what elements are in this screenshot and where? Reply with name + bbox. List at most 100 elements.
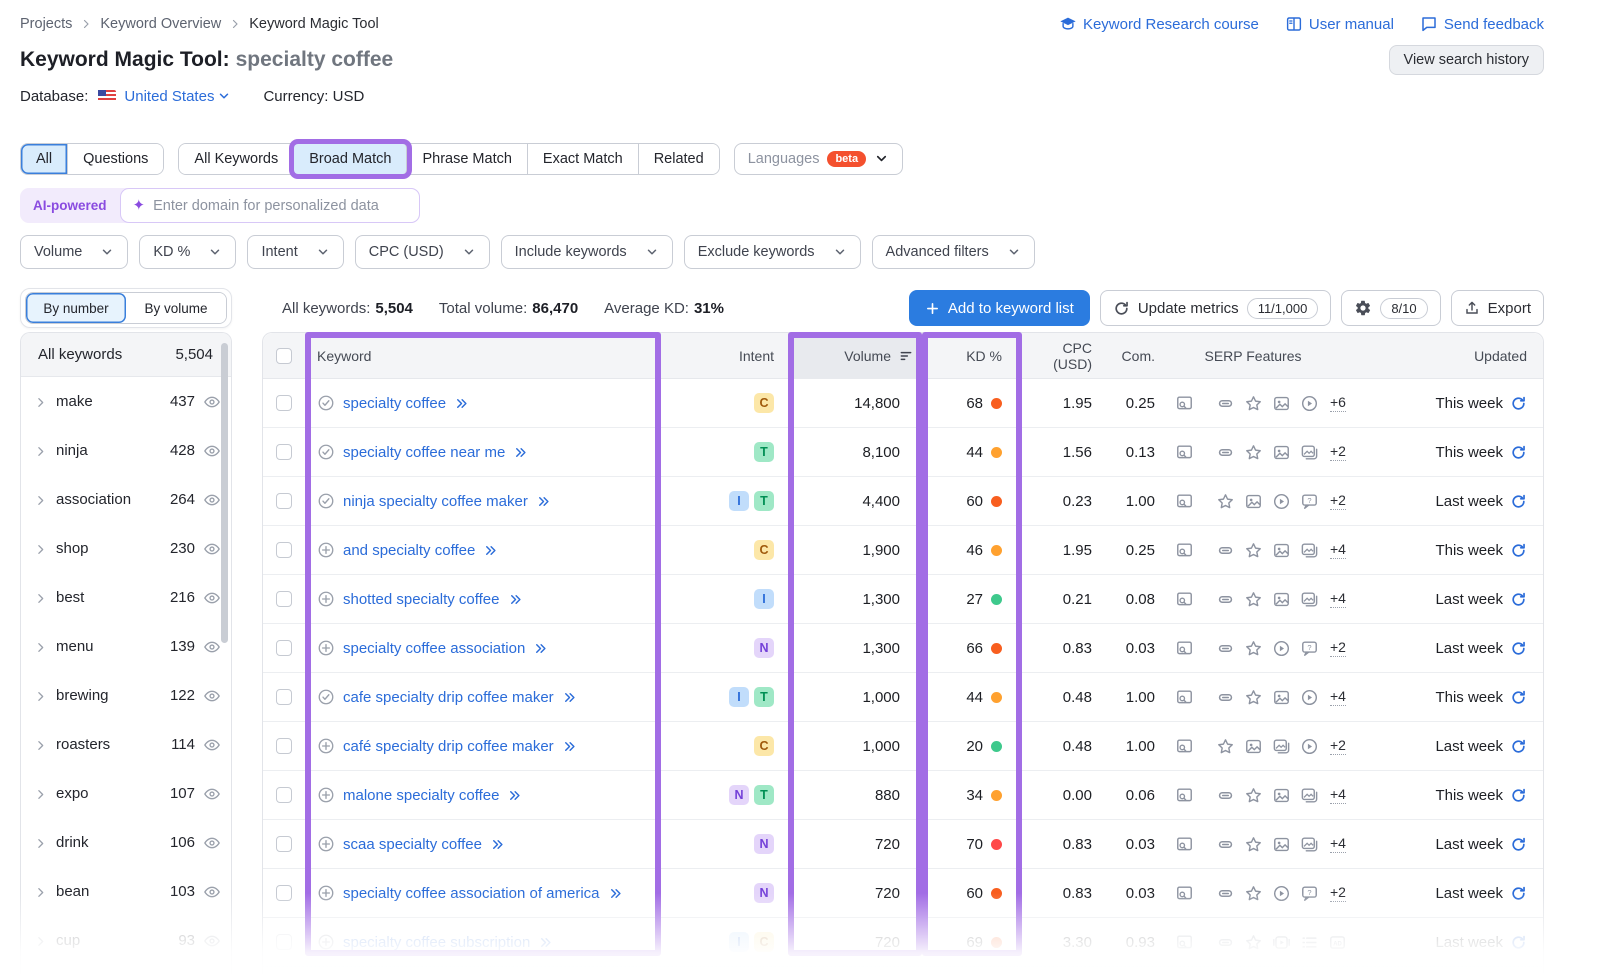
eye-icon[interactable] (203, 392, 221, 410)
serp-more-link[interactable]: +2 (1330, 737, 1346, 755)
row-checkbox[interactable] (276, 787, 292, 803)
serp-snapshot-icon[interactable] (1175, 394, 1194, 413)
serp-more-link[interactable]: +2 (1330, 884, 1346, 902)
select-all-checkbox[interactable] (276, 348, 292, 364)
filter-cpc-usd-[interactable]: CPC (USD) (355, 235, 490, 269)
open-keyword-chevrons-icon[interactable] (608, 885, 623, 902)
serp-snapshot-icon[interactable] (1175, 737, 1194, 756)
add-plus-circle-icon[interactable] (317, 639, 335, 657)
refresh-icon[interactable] (1510, 590, 1527, 608)
add-plus-circle-icon[interactable] (317, 541, 335, 559)
chevron-right-icon[interactable] (34, 687, 47, 704)
sidebar-group-drink[interactable]: drink106 (21, 818, 231, 867)
serp-snapshot-icon[interactable] (1175, 590, 1194, 609)
sidebar-group-bean[interactable]: bean103 (21, 867, 231, 916)
eye-icon[interactable] (203, 735, 221, 753)
serp-more-link[interactable]: +2 (1330, 492, 1346, 510)
serp-more-link[interactable]: +2 (1330, 639, 1346, 657)
breadcrumb-item[interactable]: Keyword Overview (100, 16, 221, 32)
open-keyword-chevrons-icon[interactable] (533, 640, 548, 657)
tab-all[interactable]: All (21, 144, 68, 174)
column-header-serp-features[interactable]: SERP Features (1161, 348, 1345, 364)
sidebar-group-cup[interactable]: cup93 (21, 916, 231, 965)
settings-button[interactable]: 8/10 (1341, 290, 1440, 326)
row-checkbox[interactable] (276, 444, 292, 460)
sidebar-group-best[interactable]: best216 (21, 573, 231, 622)
chevron-right-icon[interactable] (34, 393, 47, 410)
add-plus-circle-icon[interactable] (317, 884, 335, 902)
column-header-keyword[interactable]: Keyword (305, 348, 661, 364)
refresh-icon[interactable] (1510, 786, 1527, 804)
column-header-intent[interactable]: Intent (661, 348, 788, 364)
keyword-link[interactable]: specialty coffee (343, 395, 446, 412)
top-link-keyword-research-course[interactable]: Keyword Research course (1059, 15, 1259, 33)
add-plus-circle-icon[interactable] (317, 933, 335, 951)
by-volume-toggle[interactable]: By volume (126, 293, 226, 323)
added-check-circle-icon[interactable] (317, 394, 335, 412)
row-checkbox[interactable] (276, 493, 292, 509)
row-checkbox[interactable] (276, 836, 292, 852)
refresh-icon[interactable] (1510, 688, 1527, 706)
update-metrics-button[interactable]: Update metrics 11/1,000 (1100, 290, 1332, 326)
eye-icon[interactable] (203, 686, 221, 704)
serp-more-link[interactable]: +4 (1330, 786, 1346, 804)
added-check-circle-icon[interactable] (317, 688, 335, 706)
open-keyword-chevrons-icon[interactable] (562, 738, 577, 755)
open-keyword-chevrons-icon[interactable] (513, 444, 528, 461)
keyword-link[interactable]: ninja specialty coffee maker (343, 493, 528, 510)
tab-broad-match[interactable]: Broad Match (294, 144, 407, 174)
open-keyword-chevrons-icon[interactable] (536, 493, 551, 510)
serp-more-link[interactable]: +4 (1330, 688, 1346, 706)
sidebar-group-make[interactable]: make437 (21, 377, 231, 426)
serp-snapshot-icon[interactable] (1175, 688, 1194, 707)
sidebar-header[interactable]: All keywords 5,504 (21, 333, 231, 377)
keyword-link[interactable]: shotted specialty coffee (343, 591, 500, 608)
top-link-user-manual[interactable]: User manual (1285, 15, 1394, 33)
serp-snapshot-icon[interactable] (1175, 639, 1194, 658)
domain-input[interactable] (153, 198, 406, 214)
column-header-com-[interactable]: Com. (1106, 348, 1161, 364)
by-number-toggle[interactable]: By number (26, 293, 126, 323)
refresh-icon[interactable] (1510, 737, 1527, 755)
chevron-right-icon[interactable] (34, 589, 47, 606)
row-checkbox[interactable] (276, 640, 292, 656)
breadcrumb-item[interactable]: Projects (20, 16, 72, 32)
open-keyword-chevrons-icon[interactable] (562, 689, 577, 706)
eye-icon[interactable] (203, 833, 221, 851)
sidebar-group-association[interactable]: association264 (21, 475, 231, 524)
keyword-link[interactable]: specialty coffee subscription (343, 934, 530, 951)
row-checkbox[interactable] (276, 689, 292, 705)
filter-volume[interactable]: Volume (20, 235, 128, 269)
eye-icon[interactable] (203, 588, 221, 606)
open-keyword-chevrons-icon[interactable] (490, 836, 505, 853)
serp-more-link[interactable]: +4 (1330, 590, 1346, 608)
tab-questions[interactable]: Questions (68, 144, 163, 174)
add-plus-circle-icon[interactable] (317, 737, 335, 755)
filter-include-keywords[interactable]: Include keywords (501, 235, 673, 269)
keyword-link[interactable]: and specialty coffee (343, 542, 475, 559)
filter-advanced-filters[interactable]: Advanced filters (872, 235, 1035, 269)
add-plus-circle-icon[interactable] (317, 835, 335, 853)
refresh-icon[interactable] (1510, 835, 1527, 853)
tab-related[interactable]: Related (639, 144, 719, 174)
refresh-icon[interactable] (1510, 443, 1527, 461)
eye-icon[interactable] (203, 882, 221, 900)
serp-more-link[interactable]: +6 (1330, 394, 1346, 412)
column-header-cpc-usd-[interactable]: CPC (USD) (1022, 340, 1106, 372)
eye-icon[interactable] (203, 931, 221, 949)
keyword-link[interactable]: specialty coffee near me (343, 444, 505, 461)
keyword-link[interactable]: cafe specialty drip coffee maker (343, 689, 554, 706)
column-header-updated[interactable]: Updated (1345, 348, 1543, 364)
serp-more-link[interactable]: +2 (1330, 443, 1346, 461)
row-checkbox[interactable] (276, 542, 292, 558)
database-selector[interactable]: United States (124, 88, 231, 105)
serp-snapshot-icon[interactable] (1175, 933, 1194, 952)
refresh-icon[interactable] (1510, 394, 1527, 412)
refresh-icon[interactable] (1510, 541, 1527, 559)
filter-kd-[interactable]: KD % (139, 235, 236, 269)
add-plus-circle-icon[interactable] (317, 786, 335, 804)
chevron-right-icon[interactable] (34, 638, 47, 655)
sidebar-group-shop[interactable]: shop230 (21, 524, 231, 573)
tab-exact-match[interactable]: Exact Match (528, 144, 639, 174)
chevron-right-icon[interactable] (34, 442, 47, 459)
